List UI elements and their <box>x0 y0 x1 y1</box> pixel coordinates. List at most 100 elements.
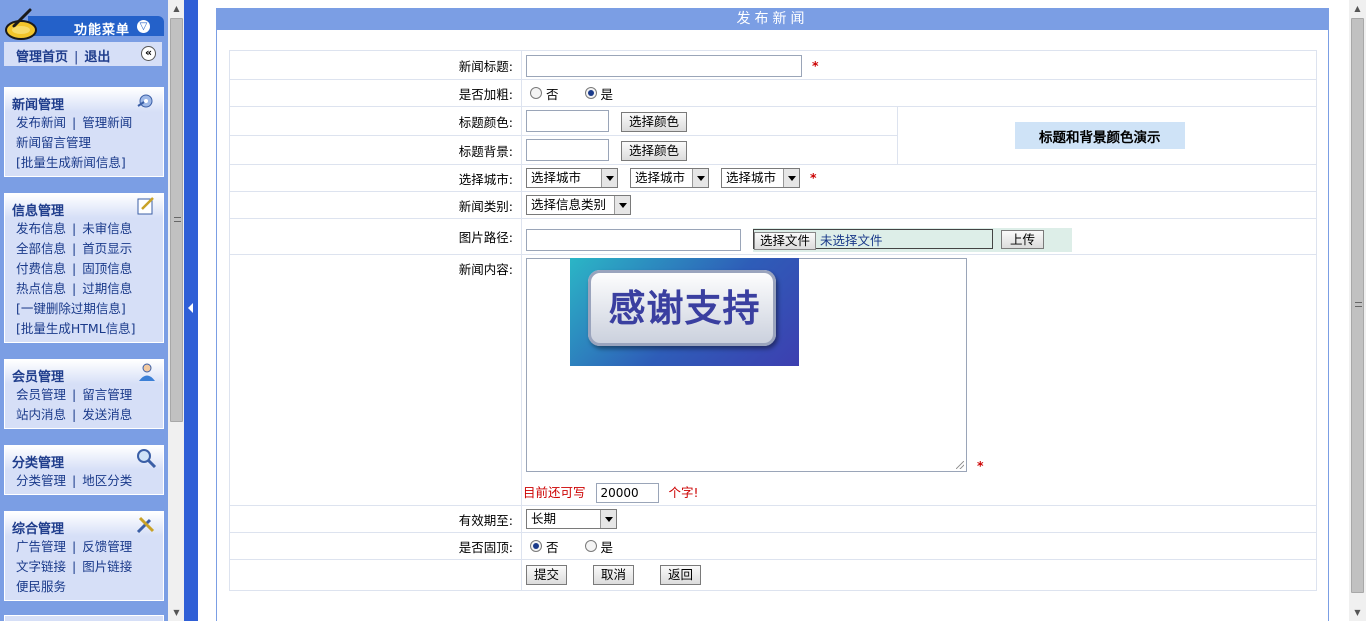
category-select-value: 选择信息类别 <box>531 197 607 212</box>
scroll-down-icon[interactable]: ▼ <box>168 604 185 621</box>
bold-yes-radio[interactable] <box>584 87 597 99</box>
link-pending-info[interactable]: 未审信息 <box>82 221 132 236</box>
link-all-info[interactable]: 全部信息 <box>16 241 66 256</box>
required-mark: * <box>811 58 819 73</box>
chevron-down-icon <box>691 169 708 187</box>
bold-label: 是否加粗: <box>229 79 522 107</box>
panel-title: 综合管理 <box>12 522 65 537</box>
panel-title: 分类管理 <box>12 456 65 471</box>
resize-handle-icon[interactable] <box>956 461 964 469</box>
title-color-label: 标题颜色: <box>229 106 522 136</box>
scroll-thumb[interactable] <box>170 18 183 422</box>
bold-no-radio[interactable] <box>530 87 542 99</box>
news-tools-icon <box>137 94 153 108</box>
sidebar-scrollbar[interactable]: ▲ ▼ <box>168 0 185 621</box>
news-content-editor[interactable]: 感谢支持 <box>526 258 967 472</box>
separator: | <box>72 559 77 574</box>
left-sidebar: 功能菜单 ▽ 管理首页 | 退出 « 新闻管理 发布新闻 | 管理新闻 新闻留言管理 [… <box>0 0 170 621</box>
link-ad-manage[interactable]: 广告管理 <box>16 539 66 554</box>
cancel-button[interactable]: 取消 <box>593 565 635 585</box>
page-scrollbar[interactable]: ▲ ▼ <box>1349 0 1366 621</box>
link-site-messages[interactable]: 站内消息 <box>16 407 66 422</box>
link-category-manage[interactable]: 分类管理 <box>16 473 66 488</box>
link-homepage-info[interactable]: 首页显示 <box>82 241 132 256</box>
back-button[interactable]: 返回 <box>660 565 702 585</box>
title-color-input[interactable] <box>526 110 609 132</box>
separator: | <box>72 241 77 256</box>
link-publish-info[interactable]: 发布信息 <box>16 221 66 236</box>
link-message-manage[interactable]: 留言管理 <box>82 387 132 402</box>
panel-news: 新闻管理 发布新闻 | 管理新闻 新闻留言管理 [批量生成新闻信息] <box>4 87 164 177</box>
category-label: 新闻类别: <box>229 191 522 219</box>
frame-splitter[interactable] <box>184 0 198 621</box>
city-select-2-value: 选择城市 <box>634 170 685 185</box>
choose-title-color-button[interactable]: 选择颜色 <box>620 111 687 132</box>
user-icon <box>139 363 155 381</box>
panel-title: 信息管理 <box>12 204 65 219</box>
pin-label: 是否固顶: <box>229 532 522 560</box>
link-manage-news[interactable]: 管理新闻 <box>82 115 132 130</box>
link-expired-info[interactable]: 过期信息 <box>82 281 132 296</box>
required-mark: * <box>809 169 817 185</box>
panel-categories: 分类管理 分类管理 | 地区分类 <box>4 445 164 495</box>
city-select-1[interactable]: 选择城市 <box>526 168 618 188</box>
link-hot-info[interactable]: 热点信息 <box>16 281 66 296</box>
submit-button[interactable]: 提交 <box>526 565 568 585</box>
collapse-arrow-icon[interactable] <box>188 303 193 313</box>
news-title-input[interactable] <box>526 55 802 77</box>
category-select[interactable]: 选择信息类别 <box>526 195 631 215</box>
expire-select[interactable]: 长期 <box>526 509 617 529</box>
top-nav: 管理首页 | 退出 « <box>4 42 162 66</box>
collapse-left-icon[interactable]: « <box>141 46 156 61</box>
city-select-2[interactable]: 选择城市 <box>629 168 709 188</box>
pin-no-radio[interactable] <box>530 540 542 552</box>
city-select-3[interactable]: 选择城市 <box>720 168 800 188</box>
image-path-label: 图片路径: <box>229 218 522 255</box>
page-title: 发布新闻 <box>217 9 1328 30</box>
link-text-links[interactable]: 文字链接 <box>16 559 66 574</box>
bold-yes-label: 是 <box>600 86 614 102</box>
pin-yes-radio[interactable] <box>584 540 597 552</box>
chevron-down-icon <box>782 169 799 187</box>
edit-note-icon <box>137 197 154 215</box>
link-convenience-services[interactable]: 便民服务 <box>16 579 66 594</box>
remaining-count-input <box>595 483 659 503</box>
image-path-input[interactable] <box>526 228 741 251</box>
magnifier-icon <box>137 449 157 468</box>
choose-file-button[interactable]: 选择文件 <box>753 232 816 251</box>
link-region-category[interactable]: 地区分类 <box>82 473 132 488</box>
link-image-links[interactable]: 图片链接 <box>82 559 132 574</box>
link-feedback-manage[interactable]: 反馈管理 <box>82 539 132 554</box>
link-news-comments[interactable]: 新闻留言管理 <box>16 135 91 150</box>
logout-link[interactable]: 退出 <box>84 50 110 65</box>
scroll-thumb[interactable] <box>1351 18 1364 593</box>
link-member-manage[interactable]: 会员管理 <box>16 387 66 402</box>
link-batch-html[interactable]: [批量生成HTML信息] <box>16 321 136 336</box>
upload-button[interactable]: 上传 <box>1000 229 1044 249</box>
scroll-down-icon[interactable]: ▼ <box>1349 604 1366 621</box>
pin-no-label: 否 <box>546 539 559 555</box>
panel-title: 新闻管理 <box>12 98 65 113</box>
admin-home-link[interactable]: 管理首页 <box>16 50 68 65</box>
link-batch-news[interactable]: [批量生成新闻信息] <box>16 155 126 170</box>
city-select-3-value: 选择城市 <box>725 170 776 185</box>
link-paid-info[interactable]: 付费信息 <box>16 261 66 276</box>
link-pinned-info[interactable]: 固顶信息 <box>82 261 132 276</box>
chevron-down-icon[interactable]: ▽ <box>136 19 151 34</box>
panel-info: 信息管理 发布信息 | 未审信息 全部信息 | 首页显示 付费信息 | 固顶信息 热点信息 |… <box>4 193 164 343</box>
panel-title: 会员管理 <box>12 370 65 385</box>
file-input[interactable]: 选择文件 未选择文件 <box>752 229 993 251</box>
scroll-up-icon[interactable]: ▲ <box>168 0 185 17</box>
panel-next-partial <box>4 615 164 621</box>
tools-icon <box>136 516 155 534</box>
separator: | <box>72 539 77 554</box>
scroll-up-icon[interactable]: ▲ <box>1349 0 1366 17</box>
expire-label: 有效期至: <box>229 505 522 533</box>
thanks-image-text: 感谢支持 <box>608 287 761 330</box>
link-send-message[interactable]: 发送消息 <box>82 407 132 422</box>
link-delete-expired[interactable]: [一键删除过期信息] <box>16 301 126 316</box>
choose-bg-color-button[interactable]: 选择颜色 <box>620 140 687 161</box>
separator: | <box>72 261 77 276</box>
title-bg-input[interactable] <box>526 139 609 161</box>
link-publish-news[interactable]: 发布新闻 <box>16 115 66 130</box>
